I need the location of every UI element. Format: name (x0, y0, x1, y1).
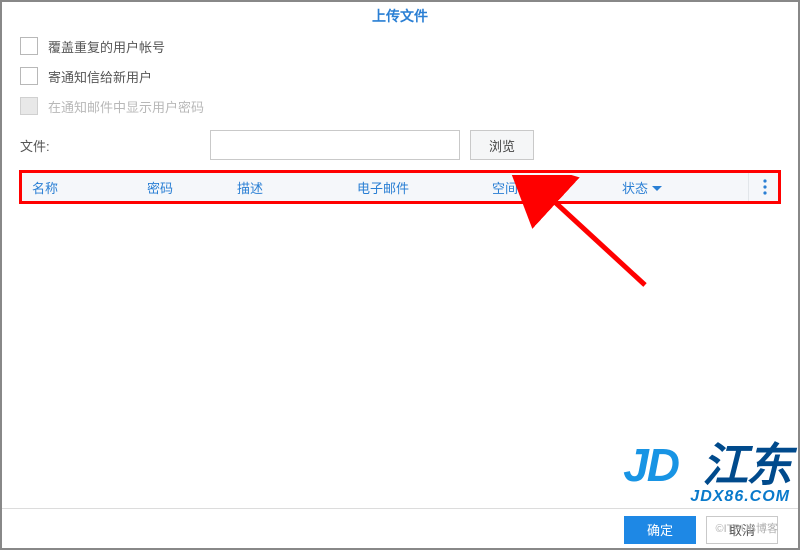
showpwd-checkbox (20, 97, 38, 115)
notify-checkbox[interactable] (20, 67, 38, 85)
showpwd-label: 在通知邮件中显示用户密码 (48, 97, 204, 116)
showpwd-row: 在通知邮件中显示用户密码 (20, 96, 780, 116)
dialog-content: 覆盖重复的用户帐号 寄通知信给新用户 在通知邮件中显示用户密码 文件: 浏览 名… (0, 32, 800, 202)
col-more[interactable] (748, 173, 780, 201)
col-status[interactable]: 状态 (610, 178, 748, 197)
col-email[interactable]: 电子邮件 (345, 178, 480, 197)
logo-text-2: 江东 (702, 442, 790, 488)
col-name[interactable]: 名称 (20, 178, 135, 197)
browse-button[interactable]: 浏览 (470, 130, 534, 160)
file-row: 文件: 浏览 (20, 130, 780, 160)
overwrite-checkbox[interactable] (20, 37, 38, 55)
col-quota[interactable]: 空间配额 (480, 178, 610, 197)
more-vertical-icon (763, 179, 767, 195)
overwrite-label: 覆盖重复的用户帐号 (48, 37, 165, 56)
logo-text-1: JD (623, 442, 678, 488)
dialog-title: 上传文件 (0, 0, 800, 32)
col-desc[interactable]: 描述 (225, 178, 345, 197)
overwrite-row: 覆盖重复的用户帐号 (20, 36, 780, 56)
notify-row: 寄通知信给新用户 (20, 66, 780, 86)
logo-divider-icon (680, 445, 700, 485)
file-label: 文件: (20, 136, 210, 155)
branding-logo: JD 江东 JDX86.COM (623, 442, 790, 506)
col-password[interactable]: 密码 (135, 178, 225, 197)
ok-button[interactable]: 确定 (624, 516, 696, 544)
table-header: 名称 密码 描述 电子邮件 空间配额 状态 (20, 172, 780, 202)
dialog-footer: 确定 取消 (0, 508, 800, 550)
watermark-text: ©ITPUB博客 (716, 520, 779, 536)
col-status-label: 状态 (622, 178, 648, 197)
table: 名称 密码 描述 电子邮件 空间配额 状态 (20, 172, 780, 202)
file-input[interactable] (210, 130, 460, 160)
dropdown-icon (652, 180, 662, 195)
notify-label: 寄通知信给新用户 (48, 67, 152, 86)
